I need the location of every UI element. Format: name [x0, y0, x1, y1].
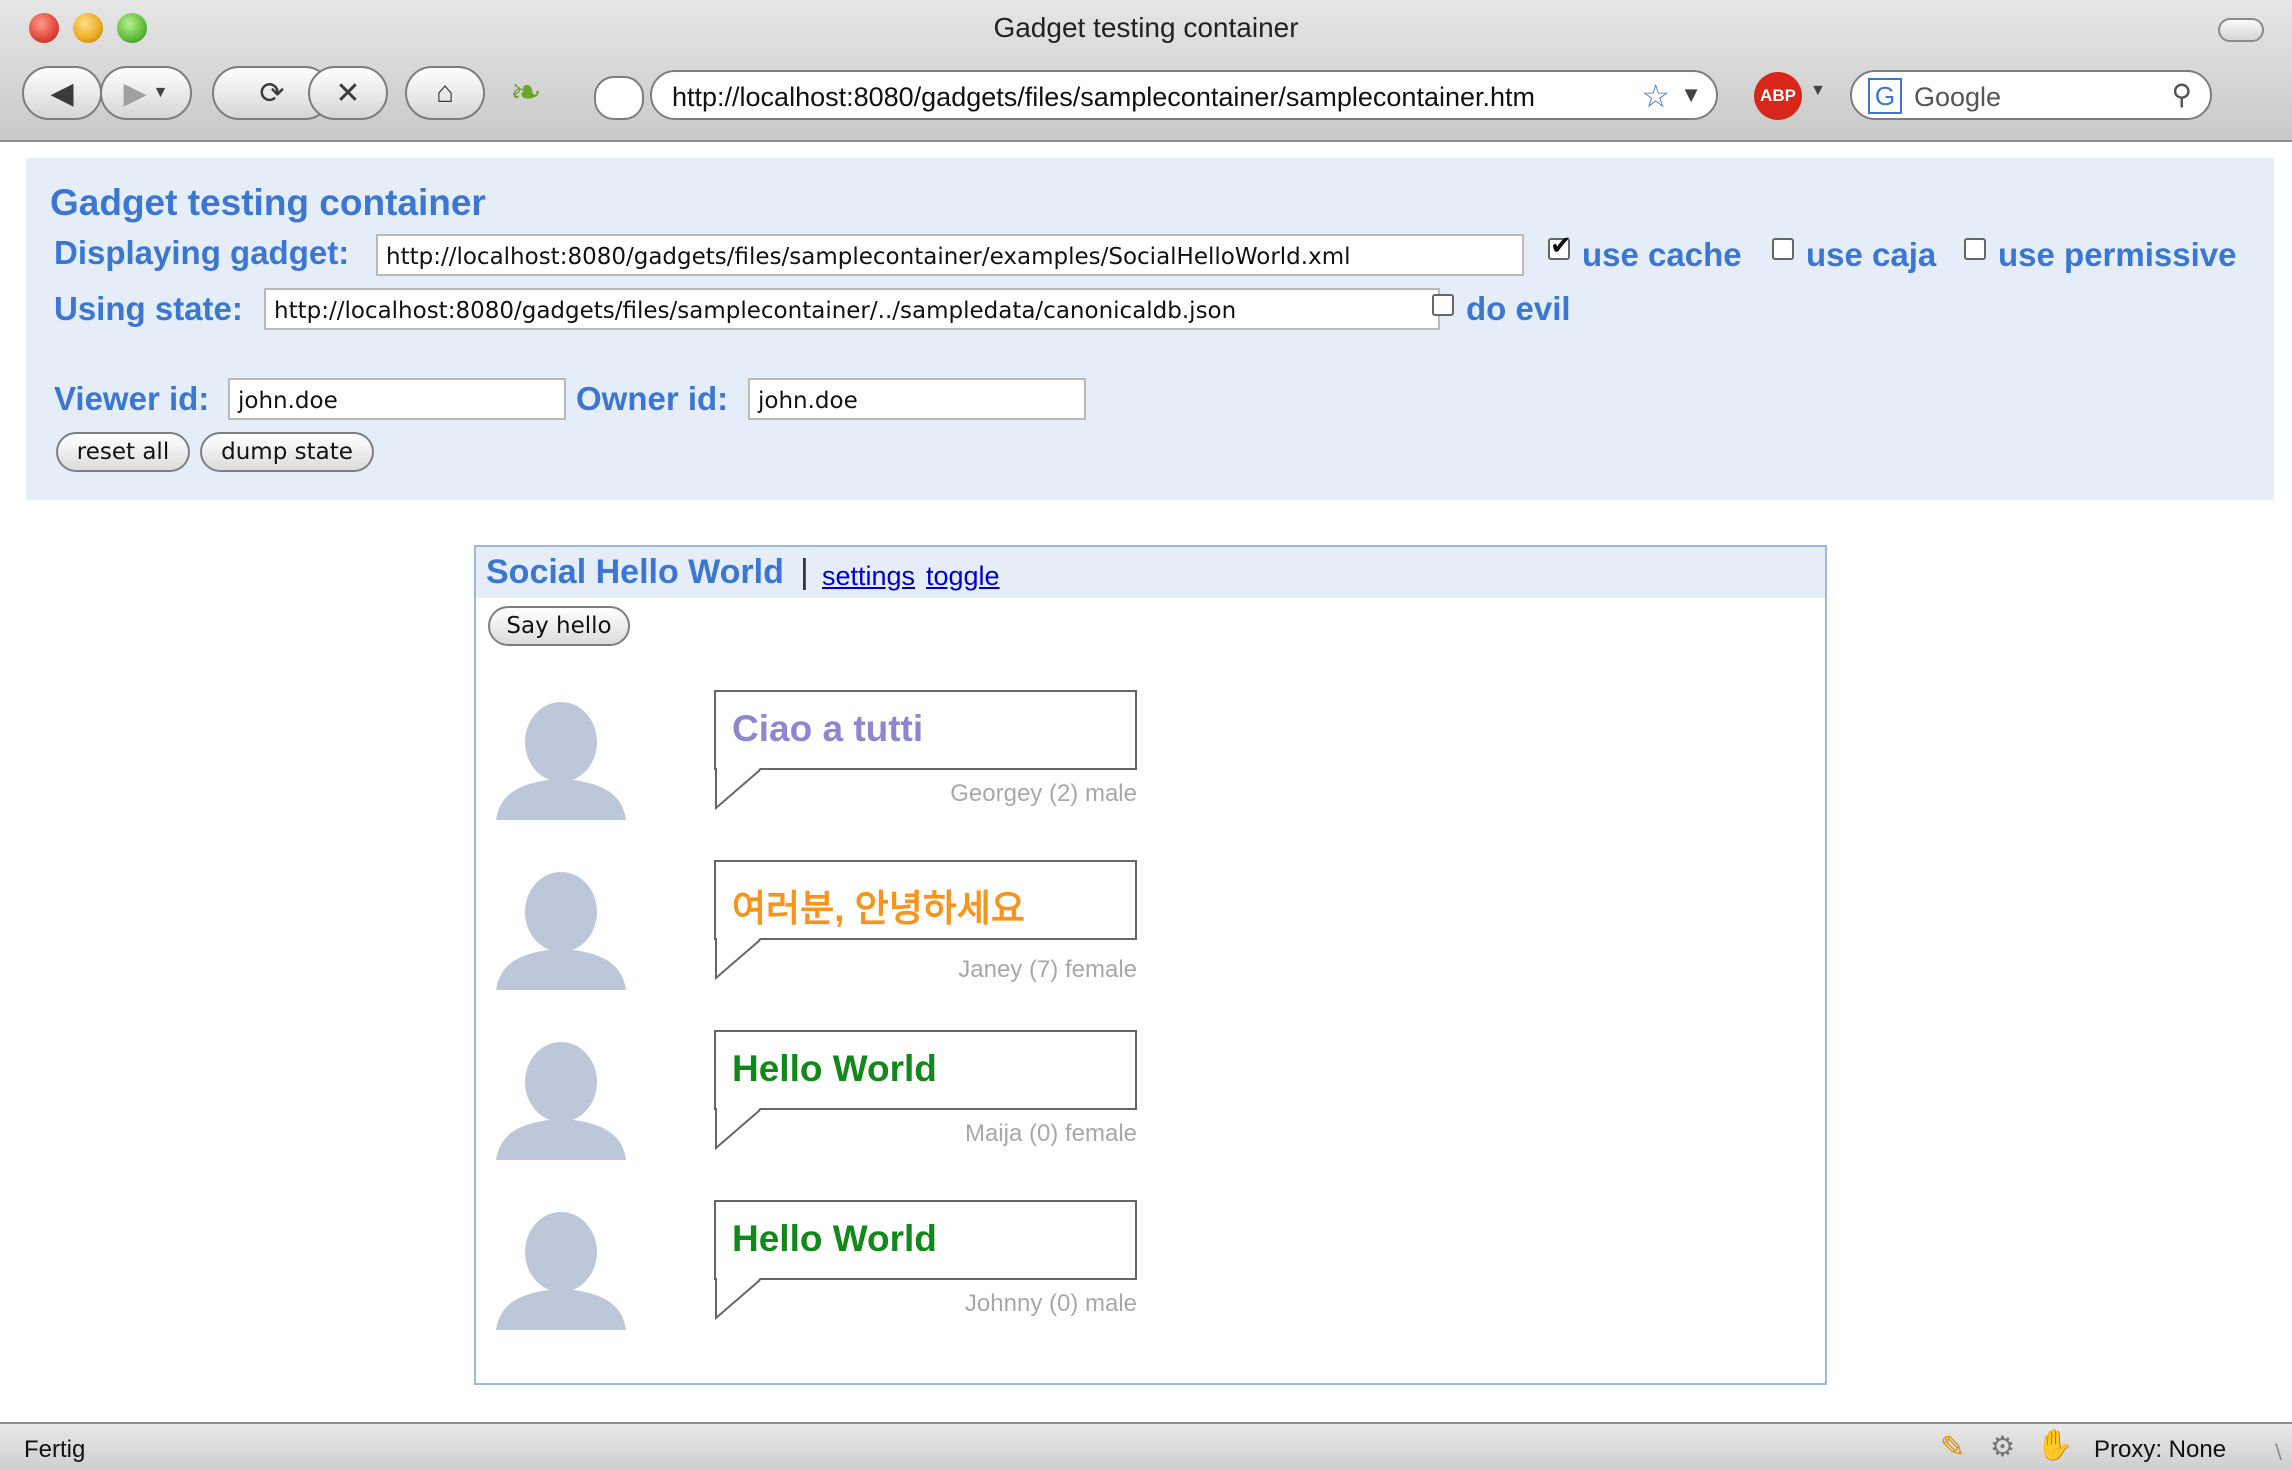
gadget-frame: Social Hello World | settings toggle Say… [474, 545, 1827, 1385]
back-button[interactable]: ◀ [22, 66, 102, 120]
toggle-link[interactable]: toggle [926, 561, 1000, 592]
window-title: Gadget testing container [993, 12, 1299, 43]
forward-arrow-icon: ▶ [123, 76, 147, 110]
bug-icon[interactable]: ⚙ [1990, 1430, 2015, 1463]
url-dropdown-icon[interactable]: ▼ [1680, 82, 1702, 108]
browser-titlebar: Gadget testing container ◀ ▶ ▼ ⟳ ✕ ⌂ ❧ ht… [0, 0, 2292, 142]
avatar-icon [496, 700, 626, 820]
speech-bubble: Hello World [714, 1200, 1137, 1321]
google-engine-icon[interactable]: G [1868, 78, 1902, 114]
use-permissive-checkbox[interactable] [1964, 238, 1986, 260]
settings-link[interactable]: settings [822, 561, 915, 592]
status-text: Fertig [24, 1436, 86, 1463]
speech-bubble: Ciao a tutti [714, 690, 1137, 811]
owner-id-input[interactable]: john.doe [748, 378, 1086, 420]
bookmark-star-icon[interactable]: ☆ [1641, 77, 1670, 115]
state-url-input[interactable]: http://localhost:8080/gadgets/files/samp… [264, 288, 1440, 330]
greeting-message: 여러분, 안녕하세요 [732, 888, 1025, 929]
home-button[interactable]: ⌂ [405, 66, 485, 120]
notes-icon[interactable]: ✎ [1940, 1430, 1965, 1465]
greeting-message: Hello World [732, 1218, 937, 1259]
container-title: Gadget testing container [50, 182, 486, 223]
toolbar-toggle-button[interactable] [2218, 18, 2264, 42]
speech-bubble: Hello World [714, 1030, 1137, 1151]
search-icon[interactable]: ⚲ [2171, 78, 2192, 111]
greeting-message: Ciao a tutti [732, 708, 924, 749]
adblock-label: ABP [1760, 86, 1796, 105]
stop-icon: ✕ [335, 76, 361, 110]
gadget-title-bar: Social Hello World | settings toggle [476, 547, 1825, 598]
greeting-author: Georgey (2) male [950, 780, 1137, 807]
use-permissive-label: use permissive [1998, 236, 2237, 273]
page-icon [594, 76, 644, 120]
avatar-icon [496, 870, 626, 990]
do-evil-checkbox[interactable] [1432, 294, 1454, 316]
search-bar[interactable]: G Google ⚲ [1850, 70, 2212, 120]
resize-grip-icon[interactable]: ∖ [2271, 1440, 2284, 1465]
speech-bubble: 여러분, 안녕하세요 [714, 860, 1137, 981]
use-cache-checkbox[interactable]: ✔ [1548, 230, 1572, 260]
leaf-icon[interactable]: ❧ [510, 70, 542, 115]
forward-button[interactable]: ▶ ▼ [100, 66, 192, 120]
container-settings-panel: Gadget testing container Displaying gadg… [26, 158, 2274, 500]
greeting-author: Johnny (0) male [964, 1290, 1137, 1317]
status-bar: Fertig ✎ ⚙ ✋ Proxy: None ∖ [0, 1422, 2292, 1470]
gadget-title: Social Hello World [486, 553, 784, 591]
gadget-url-input[interactable]: http://localhost:8080/gadgets/files/samp… [376, 234, 1524, 276]
use-caja-checkbox[interactable] [1772, 238, 1794, 260]
hand-icon[interactable]: ✋ [2036, 1428, 2073, 1463]
check-mark-icon: ✔ [1550, 230, 1572, 260]
using-state-label: Using state: [54, 290, 243, 327]
title-separator: | [800, 553, 809, 591]
stop-button[interactable]: ✕ [308, 66, 388, 120]
proxy-status[interactable]: Proxy: None [2094, 1436, 2226, 1464]
back-arrow-icon: ◀ [50, 76, 74, 110]
do-evil-label: do evil [1466, 290, 1571, 327]
home-icon: ⌂ [435, 76, 455, 109]
owner-id-label: Owner id: [576, 380, 729, 417]
avatar-icon [496, 1040, 626, 1160]
greeting-message: Hello World [732, 1048, 937, 1089]
dump-state-button[interactable]: dump state [200, 432, 374, 472]
use-cache-label: use cache [1582, 236, 1742, 273]
viewer-id-input[interactable]: john.doe [228, 378, 566, 420]
url-text[interactable]: http://localhost:8080/gadgets/files/samp… [672, 82, 1620, 113]
displaying-gadget-label: Displaying gadget: [54, 234, 350, 271]
adblock-dropdown-icon[interactable]: ▼ [1810, 82, 1826, 100]
greeting-author: Maija (0) female [964, 1120, 1137, 1147]
greeting-author: Janey (7) female [958, 956, 1137, 983]
avatar-icon [496, 1210, 626, 1330]
reset-all-button[interactable]: reset all [56, 432, 190, 472]
address-bar[interactable]: http://localhost:8080/gadgets/files/samp… [594, 70, 1718, 120]
reload-icon: ⟳ [259, 76, 285, 110]
adblock-icon[interactable]: ABP [1754, 72, 1802, 120]
say-hello-button[interactable]: Say hello [488, 606, 630, 646]
search-input[interactable]: Google [1914, 82, 2001, 113]
history-dropdown-icon: ▼ [152, 84, 169, 101]
use-caja-label: use caja [1806, 236, 1937, 273]
viewer-id-label: Viewer id: [54, 380, 210, 417]
